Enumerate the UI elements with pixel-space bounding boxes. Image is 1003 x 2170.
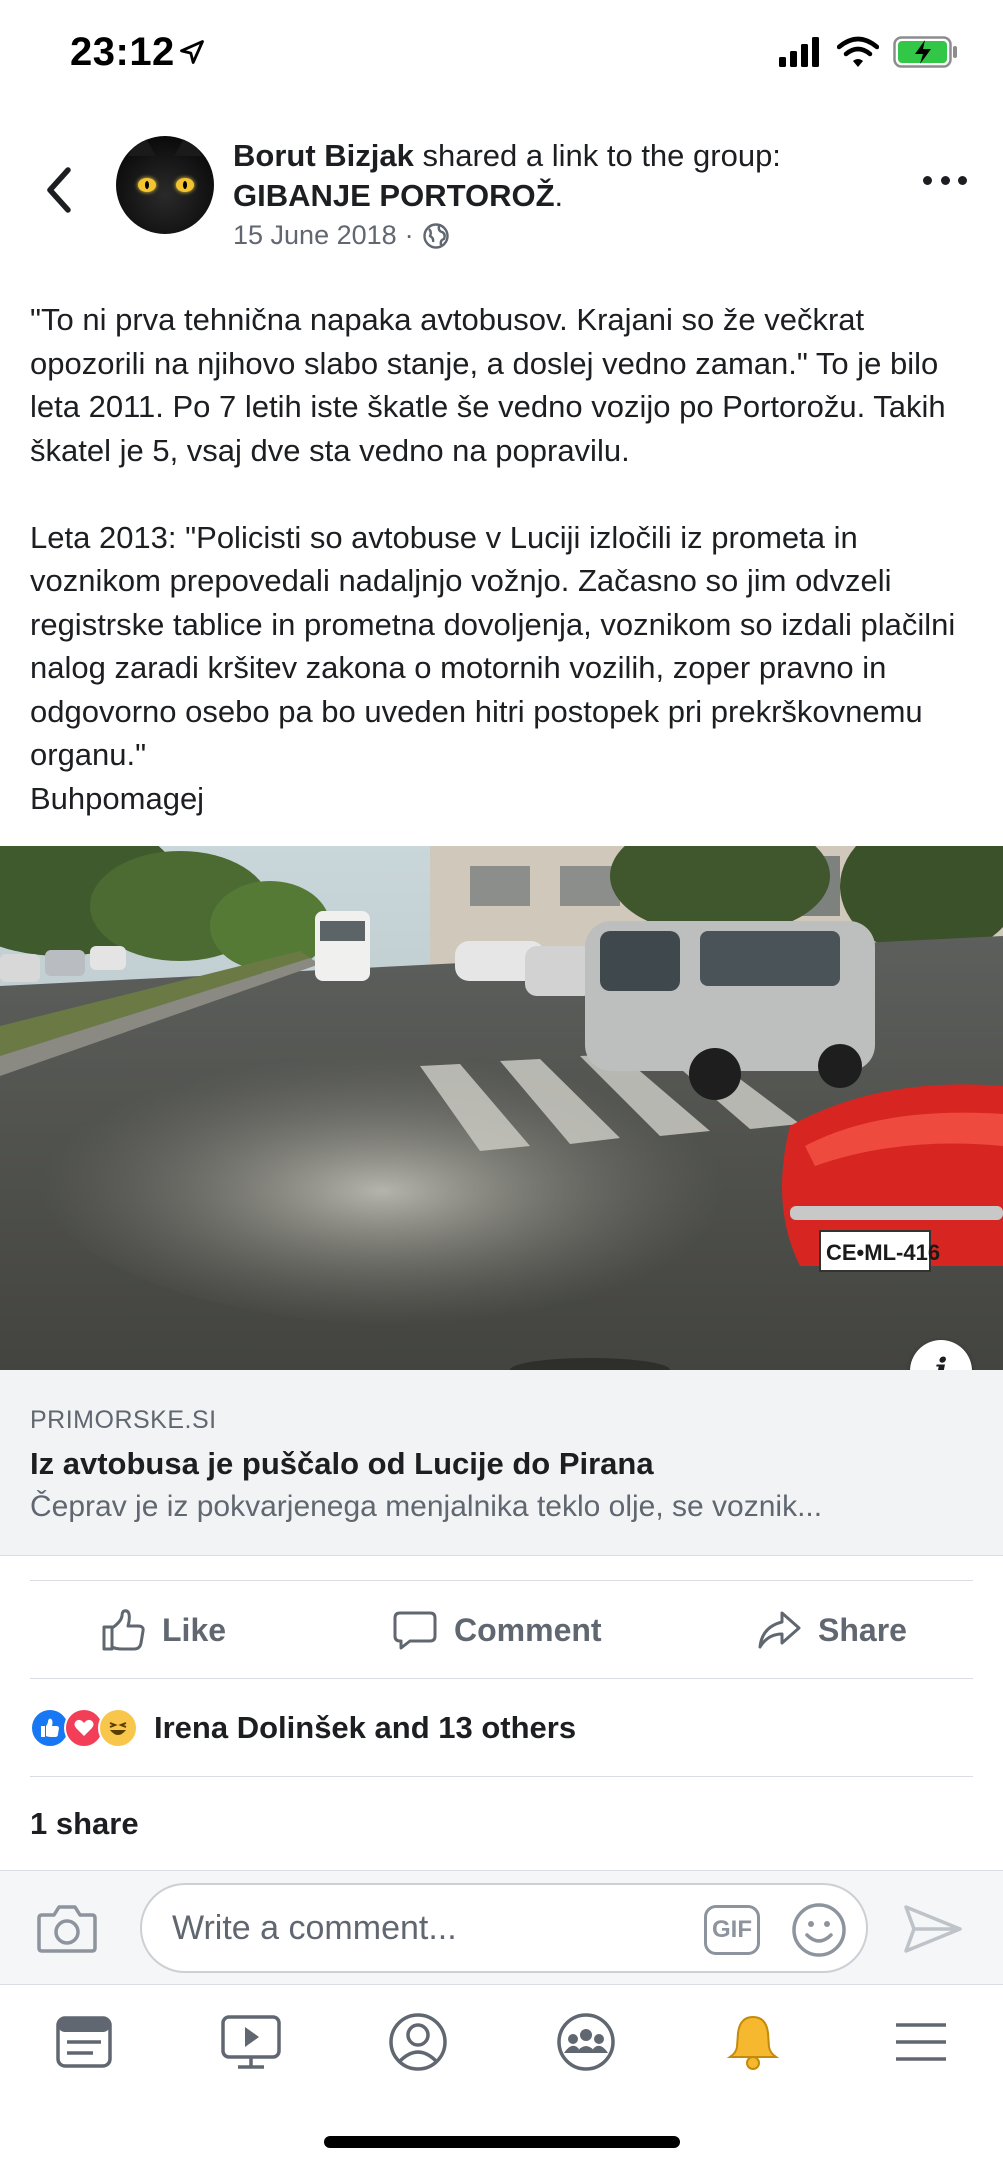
news-feed-icon[interactable] bbox=[53, 2011, 115, 2073]
globe-icon bbox=[422, 222, 449, 249]
gif-icon[interactable]: GIF bbox=[704, 1905, 760, 1955]
avatar[interactable] bbox=[116, 136, 214, 234]
profile-icon[interactable] bbox=[387, 2011, 449, 2073]
meta-separator: · bbox=[404, 220, 414, 250]
share-button[interactable]: Share bbox=[756, 1600, 907, 1660]
group-suffix: . bbox=[554, 178, 564, 213]
more-options-button[interactable] bbox=[923, 170, 967, 190]
post-date[interactable]: 15 June 2018 bbox=[233, 220, 397, 251]
status-time: 23:12 bbox=[70, 30, 175, 74]
street-scene-illustration: CE•ML-416 bbox=[0, 846, 1003, 1370]
comment-placeholder: Write a comment... bbox=[172, 1909, 457, 1947]
status-icons bbox=[779, 36, 959, 68]
link-preview-card[interactable]: PRIMORSKE.SI Iz avtobusa je puščalo od L… bbox=[0, 1370, 1003, 1556]
haha-reaction-icon bbox=[98, 1708, 138, 1748]
watch-video-icon[interactable] bbox=[220, 2011, 282, 2073]
send-icon[interactable] bbox=[902, 1903, 964, 1955]
comment-label: Comment bbox=[454, 1611, 602, 1648]
thumbs-up-icon bbox=[102, 1609, 145, 1651]
link-title: Iz avtobusa je puščalo od Lucije do Pira… bbox=[30, 1446, 654, 1481]
group-name-link[interactable]: GIBANJE PORTOROŽ bbox=[233, 178, 555, 213]
post-body-text: "To ni prva tehnična napaka avtobusov. K… bbox=[30, 302, 956, 816]
link-domain: PRIMORSKE.SI bbox=[30, 1406, 217, 1434]
status-bar: 23:12 bbox=[0, 0, 1003, 110]
post-actions: Like Comment Share bbox=[0, 1582, 1003, 1678]
location-arrow-icon bbox=[180, 40, 204, 64]
notifications-bell-icon[interactable] bbox=[722, 2011, 784, 2073]
back-chevron-icon[interactable] bbox=[40, 162, 80, 218]
comment-button[interactable]: Comment bbox=[392, 1600, 602, 1660]
menu-icon[interactable] bbox=[890, 2011, 952, 2073]
divider bbox=[30, 1580, 973, 1581]
comment-input[interactable]: Write a comment... GIF bbox=[140, 1883, 868, 1973]
divider bbox=[30, 1678, 973, 1679]
camera-icon[interactable] bbox=[36, 1901, 98, 1955]
post-header: Borut Bizjak shared a link to the group:… bbox=[0, 128, 1003, 268]
share-arrow-icon bbox=[758, 1611, 801, 1649]
battery-charging-icon bbox=[893, 36, 957, 68]
emoji-icon[interactable] bbox=[790, 1901, 848, 1959]
license-plate-text: CE•ML-416 bbox=[826, 1240, 940, 1265]
gif-label: GIF bbox=[712, 1916, 752, 1943]
post-meta: 15 June 2018 · bbox=[233, 220, 450, 251]
shared-link-text: shared a link to the group: bbox=[413, 138, 781, 173]
link-preview-image[interactable]: CE•ML-416 bbox=[0, 846, 1003, 1370]
like-button[interactable]: Like bbox=[100, 1600, 226, 1660]
groups-icon[interactable] bbox=[555, 2011, 617, 2073]
author-name-link[interactable]: Borut Bizjak bbox=[233, 138, 414, 173]
reactions-summary[interactable]: Irena Dolinšek and 13 others bbox=[30, 1700, 576, 1756]
cellular-signal-icon bbox=[779, 37, 819, 67]
bottom-tab-bar bbox=[0, 1984, 1003, 2104]
comment-composer: Write a comment... GIF bbox=[0, 1870, 1003, 1984]
share-label: Share bbox=[818, 1611, 907, 1648]
wifi-icon bbox=[837, 36, 879, 67]
home-indicator[interactable] bbox=[324, 2136, 680, 2148]
reactions-text: Irena Dolinšek and 13 others bbox=[154, 1710, 577, 1745]
link-description: Čeprav je iz pokvarjenega menjalnika tek… bbox=[30, 1490, 823, 1523]
share-count[interactable]: 1 share bbox=[30, 1806, 139, 1842]
like-label: Like bbox=[162, 1611, 227, 1648]
divider bbox=[30, 1776, 973, 1777]
comment-bubble-icon bbox=[393, 1611, 437, 1650]
more-dots-icon bbox=[923, 175, 932, 185]
post-attribution: Borut Bizjak shared a link to the group:… bbox=[233, 136, 873, 216]
